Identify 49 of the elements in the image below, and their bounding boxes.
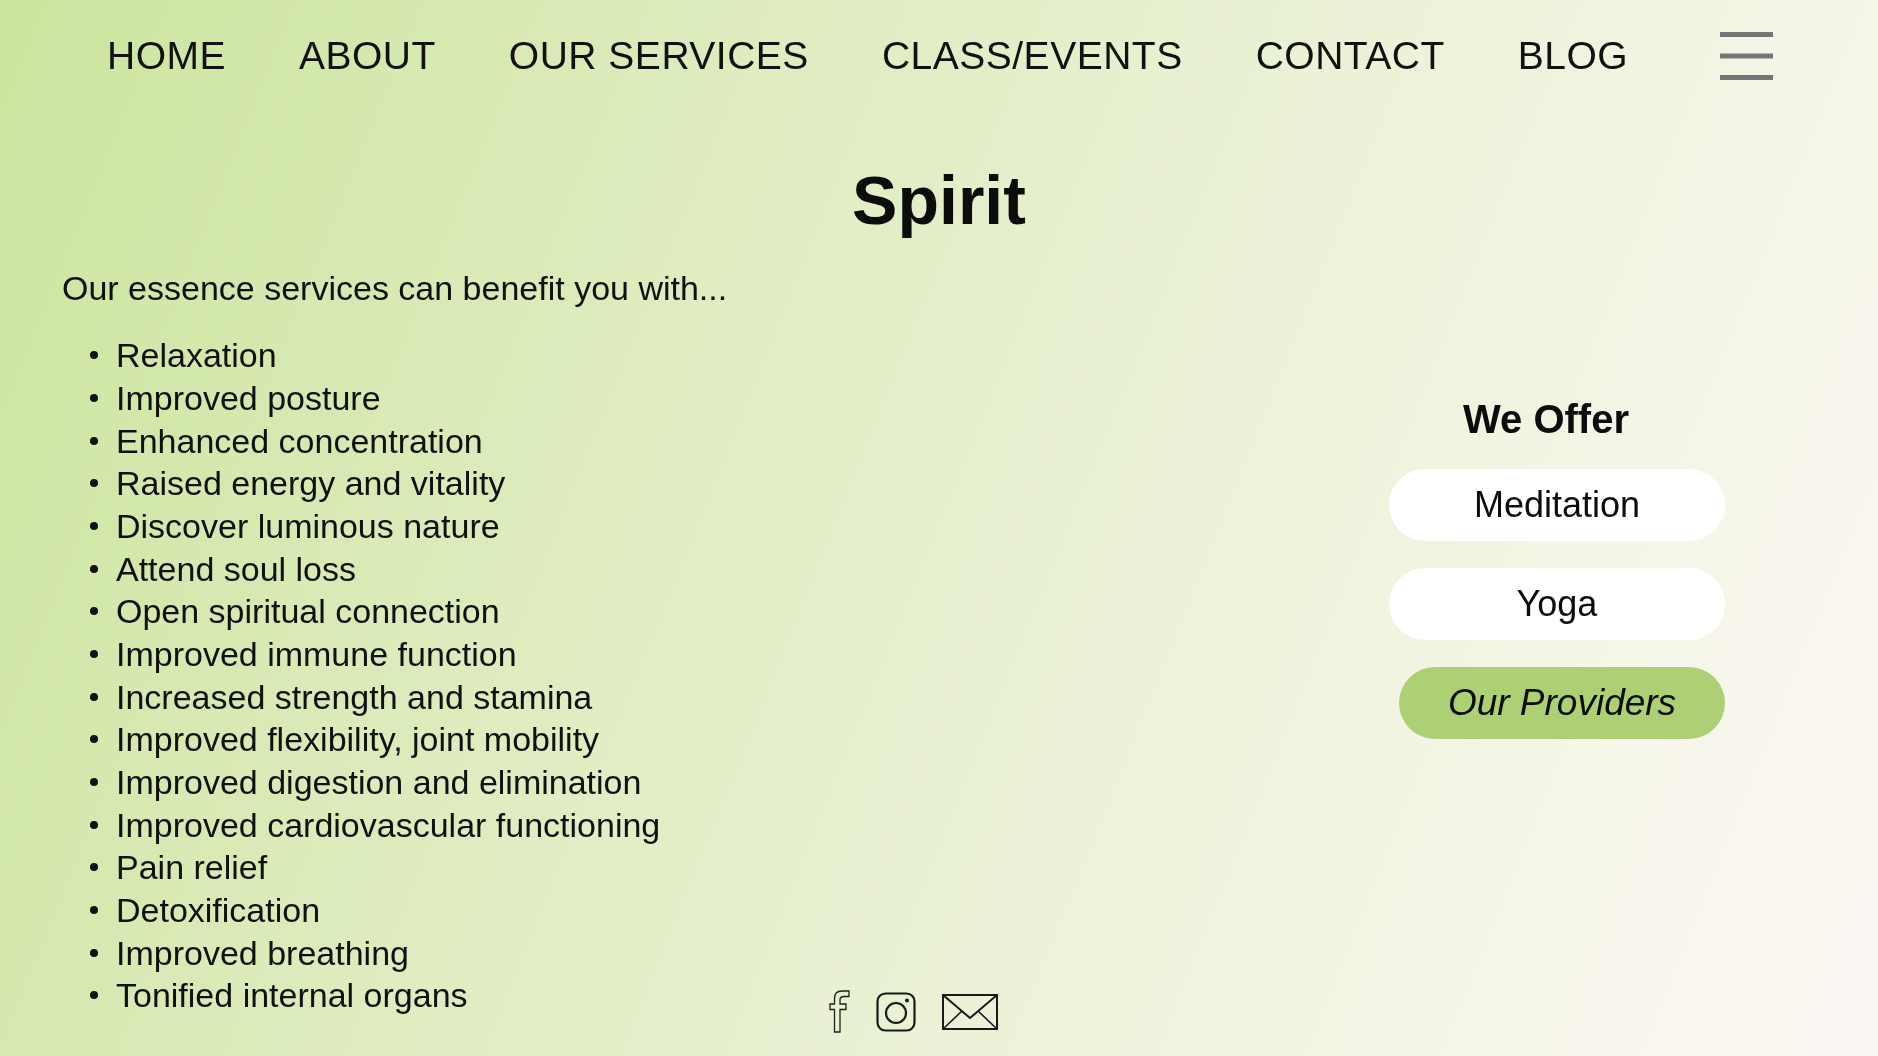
benefit-item: Increased strength and stamina — [116, 676, 593, 717]
nav-link[interactable]: BLOG — [1517, 32, 1629, 80]
menu-button[interactable] — [1720, 32, 1773, 80]
nav-link[interactable]: CLASS/EVENTS — [881, 32, 1183, 80]
benefit-item: Tonified internal organs — [116, 975, 468, 1016]
benefit-item: Relaxation — [116, 335, 277, 376]
benefit-item: Open spiritual connection — [116, 591, 500, 632]
instagram-icon[interactable] — [876, 991, 916, 1032]
bullet-icon — [90, 564, 98, 573]
service-button[interactable]: Meditation — [1389, 469, 1725, 541]
benefit-item: Improved posture — [116, 378, 381, 418]
benefit-item: Improved digestion and elimination — [116, 761, 642, 802]
benefit-item: Enhanced concentration — [116, 420, 483, 461]
service-button[interactable]: Yoga — [1389, 568, 1725, 640]
bullet-icon — [90, 692, 98, 701]
benefit-item: Raised energy and vitality — [116, 463, 506, 504]
bullet-icon — [90, 905, 98, 914]
benefit-item: Improved breathing — [116, 932, 409, 973]
bullet-icon — [90, 436, 98, 445]
benefit-item: Detoxification — [116, 889, 321, 930]
bullet-icon — [90, 863, 98, 872]
benefit-item: Improved flexibility, joint mobility — [116, 719, 600, 760]
nav-link[interactable]: ABOUT — [299, 32, 436, 80]
bullet-icon — [90, 777, 98, 786]
benefit-item: Discover luminous nature — [116, 505, 500, 546]
offer-heading: We Offer — [1462, 396, 1630, 443]
benefit-item: Improved cardiovascular functioning — [116, 804, 661, 845]
benefit-item: Improved immune function — [116, 633, 517, 674]
bullet-icon — [90, 351, 98, 360]
bullet-icon — [90, 948, 98, 957]
mail-icon[interactable] — [942, 993, 998, 1030]
bullet-icon — [90, 479, 98, 488]
facebook-icon[interactable] — [829, 990, 850, 1033]
intro-text: Our essence services can benefit you with... — [62, 268, 729, 308]
bullet-icon — [90, 991, 98, 1000]
nav-link[interactable]: HOME — [107, 32, 226, 80]
nav-link[interactable]: OUR SERVICES — [508, 32, 809, 80]
menu-icon — [1720, 32, 1773, 80]
nav-link[interactable]: CONTACT — [1255, 32, 1445, 80]
bullet-icon — [90, 521, 98, 530]
bullet-icon — [90, 394, 98, 402]
bullet-icon — [90, 735, 98, 744]
page-title: Spirit — [851, 161, 1027, 240]
benefit-item: Pain relief — [116, 847, 268, 888]
benefit-item: Attend soul loss — [116, 548, 357, 589]
bullet-icon — [90, 820, 98, 829]
bullet-icon — [90, 649, 98, 658]
providers-button[interactable]: Our Providers — [1399, 667, 1725, 739]
bullet-icon — [90, 607, 98, 616]
